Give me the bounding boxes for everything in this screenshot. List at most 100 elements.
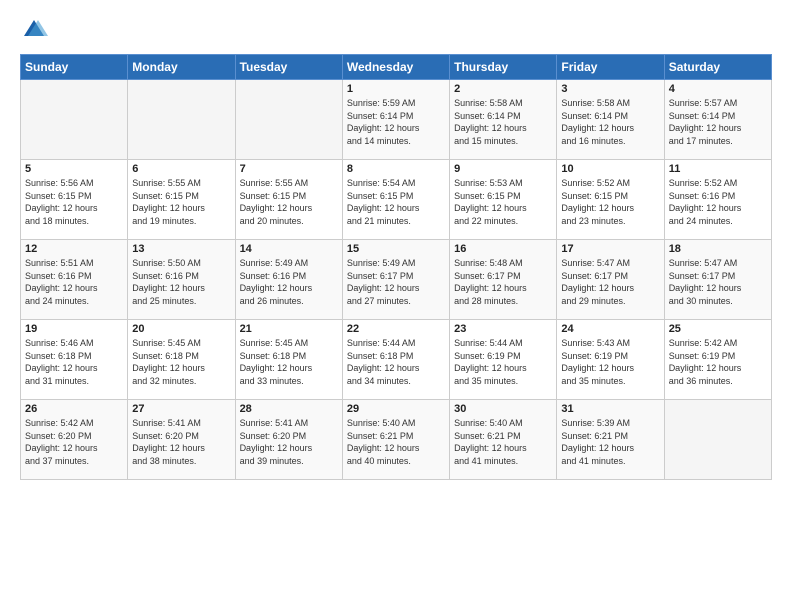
calendar-cell: 23 Sunrise: 5:44 AM Sunset: 6:19 PM Dayli… [450,320,557,400]
day-info: Sunrise: 5:41 AM Sunset: 6:20 PM Dayligh… [240,417,338,467]
calendar-cell: 29 Sunrise: 5:40 AM Sunset: 6:21 PM Dayli… [342,400,449,480]
calendar-cell: 8 Sunrise: 5:54 AM Sunset: 6:15 PM Daylig… [342,160,449,240]
calendar-cell: 15 Sunrise: 5:49 AM Sunset: 6:17 PM Dayli… [342,240,449,320]
calendar-cell: 30 Sunrise: 5:40 AM Sunset: 6:21 PM Dayli… [450,400,557,480]
day-info: Sunrise: 5:52 AM Sunset: 6:15 PM Dayligh… [561,177,659,227]
day-info: Sunrise: 5:54 AM Sunset: 6:15 PM Dayligh… [347,177,445,227]
day-number: 26 [25,403,123,415]
weekday-header-monday: Monday [128,55,235,80]
day-info: Sunrise: 5:58 AM Sunset: 6:14 PM Dayligh… [454,97,552,147]
day-info: Sunrise: 5:40 AM Sunset: 6:21 PM Dayligh… [347,417,445,467]
day-number: 2 [454,83,552,95]
day-number: 8 [347,163,445,175]
page-header [20,16,772,44]
calendar-cell: 10 Sunrise: 5:52 AM Sunset: 6:15 PM Dayli… [557,160,664,240]
calendar-cell: 12 Sunrise: 5:51 AM Sunset: 6:16 PM Dayli… [21,240,128,320]
day-number: 18 [669,243,767,255]
day-number: 3 [561,83,659,95]
day-number: 13 [132,243,230,255]
calendar-cell: 4 Sunrise: 5:57 AM Sunset: 6:14 PM Daylig… [664,80,771,160]
calendar-week-4: 19 Sunrise: 5:46 AM Sunset: 6:18 PM Dayli… [21,320,772,400]
day-info: Sunrise: 5:45 AM Sunset: 6:18 PM Dayligh… [240,337,338,387]
logo [20,16,52,44]
calendar-cell: 1 Sunrise: 5:59 AM Sunset: 6:14 PM Daylig… [342,80,449,160]
weekday-header-friday: Friday [557,55,664,80]
day-number: 25 [669,323,767,335]
day-number: 5 [25,163,123,175]
day-info: Sunrise: 5:42 AM Sunset: 6:20 PM Dayligh… [25,417,123,467]
day-number: 29 [347,403,445,415]
weekday-header-wednesday: Wednesday [342,55,449,80]
day-number: 11 [669,163,767,175]
day-info: Sunrise: 5:51 AM Sunset: 6:16 PM Dayligh… [25,257,123,307]
day-info: Sunrise: 5:44 AM Sunset: 6:18 PM Dayligh… [347,337,445,387]
logo-icon [20,16,48,44]
calendar-week-1: 1 Sunrise: 5:59 AM Sunset: 6:14 PM Daylig… [21,80,772,160]
calendar-cell: 5 Sunrise: 5:56 AM Sunset: 6:15 PM Daylig… [21,160,128,240]
calendar-cell: 14 Sunrise: 5:49 AM Sunset: 6:16 PM Dayli… [235,240,342,320]
weekday-header-saturday: Saturday [664,55,771,80]
calendar-cell: 6Sunrise: 5:55 AM Sunset: 6:15 PM Daylig… [128,160,235,240]
day-info: Sunrise: 5:40 AM Sunset: 6:21 PM Dayligh… [454,417,552,467]
calendar-cell: 9Sunrise: 5:53 AM Sunset: 6:15 PM Daylig… [450,160,557,240]
calendar-cell: 25Sunrise: 5:42 AM Sunset: 6:19 PM Dayli… [664,320,771,400]
calendar-cell: 7Sunrise: 5:55 AM Sunset: 6:15 PM Daylig… [235,160,342,240]
day-number: 4 [669,83,767,95]
day-info: Sunrise: 5:52 AM Sunset: 6:16 PM Dayligh… [669,177,767,227]
day-number: 23 [454,323,552,335]
calendar-cell [21,80,128,160]
calendar-cell: 11 Sunrise: 5:52 AM Sunset: 6:16 PM Dayli… [664,160,771,240]
calendar-cell: 22 Sunrise: 5:44 AM Sunset: 6:18 PM Dayli… [342,320,449,400]
day-number: 19 [25,323,123,335]
day-info: Sunrise: 5:45 AM Sunset: 6:18 PM Dayligh… [132,337,230,387]
calendar-cell: 13 Sunrise: 5:50 AM Sunset: 6:16 PM Dayli… [128,240,235,320]
calendar-cell: 17 Sunrise: 5:47 AM Sunset: 6:17 PM Dayli… [557,240,664,320]
calendar-table: SundayMondayTuesdayWednesdayThursdayFrid… [20,54,772,480]
day-number: 21 [240,323,338,335]
calendar-week-3: 12 Sunrise: 5:51 AM Sunset: 6:16 PM Dayli… [21,240,772,320]
day-number: 22 [347,323,445,335]
day-number: 10 [561,163,659,175]
day-info: Sunrise: 5:46 AM Sunset: 6:18 PM Dayligh… [25,337,123,387]
calendar-cell: 31 Sunrise: 5:39 AM Sunset: 6:21 PM Dayli… [557,400,664,480]
calendar-cell: 21 Sunrise: 5:45 AM Sunset: 6:18 PM Dayli… [235,320,342,400]
day-info: Sunrise: 5:56 AM Sunset: 6:15 PM Dayligh… [25,177,123,227]
day-number: 17 [561,243,659,255]
calendar-cell: 24 Sunrise: 5:43 AM Sunset: 6:19 PM Dayli… [557,320,664,400]
calendar-cell: 26 Sunrise: 5:42 AM Sunset: 6:20 PM Dayli… [21,400,128,480]
day-info: Sunrise: 5:47 AM Sunset: 6:17 PM Dayligh… [561,257,659,307]
day-number: 28 [240,403,338,415]
day-number: 1 [347,83,445,95]
calendar-cell [235,80,342,160]
calendar-cell: 18 Sunrise: 5:47 AM Sunset: 6:17 PM Dayli… [664,240,771,320]
day-info: Sunrise: 5:39 AM Sunset: 6:21 PM Dayligh… [561,417,659,467]
calendar-cell [128,80,235,160]
day-info: Sunrise: 5:59 AM Sunset: 6:14 PM Dayligh… [347,97,445,147]
day-info: Sunrise: 5:41 AM Sunset: 6:20 PM Dayligh… [132,417,230,467]
day-number: 30 [454,403,552,415]
day-info: Sunrise: 5:43 AM Sunset: 6:19 PM Dayligh… [561,337,659,387]
day-info: Sunrise: 5:58 AM Sunset: 6:14 PM Dayligh… [561,97,659,147]
calendar-cell: 19 Sunrise: 5:46 AM Sunset: 6:18 PM Dayli… [21,320,128,400]
day-info: Sunrise: 5:49 AM Sunset: 6:16 PM Dayligh… [240,257,338,307]
day-number: 16 [454,243,552,255]
calendar-cell: 16 Sunrise: 5:48 AM Sunset: 6:17 PM Dayli… [450,240,557,320]
day-info: Sunrise: 5:55 AM Sunset: 6:15 PM Dayligh… [240,177,338,227]
day-number: 20 [132,323,230,335]
day-info: Sunrise: 5:49 AM Sunset: 6:17 PM Dayligh… [347,257,445,307]
day-info: Sunrise: 5:57 AM Sunset: 6:14 PM Dayligh… [669,97,767,147]
day-info: Sunrise: 5:48 AM Sunset: 6:17 PM Dayligh… [454,257,552,307]
day-number: 31 [561,403,659,415]
day-number: 12 [25,243,123,255]
day-number: 24 [561,323,659,335]
weekday-header-tuesday: Tuesday [235,55,342,80]
day-number: 14 [240,243,338,255]
day-info: Sunrise: 5:50 AM Sunset: 6:16 PM Dayligh… [132,257,230,307]
day-info: Sunrise: 5:44 AM Sunset: 6:19 PM Dayligh… [454,337,552,387]
calendar-cell [664,400,771,480]
day-info: Sunrise: 5:47 AM Sunset: 6:17 PM Dayligh… [669,257,767,307]
calendar-week-2: 5 Sunrise: 5:56 AM Sunset: 6:15 PM Daylig… [21,160,772,240]
day-number: 15 [347,243,445,255]
calendar-cell: 2 Sunrise: 5:58 AM Sunset: 6:14 PM Daylig… [450,80,557,160]
calendar-cell: 27Sunrise: 5:41 AM Sunset: 6:20 PM Dayli… [128,400,235,480]
